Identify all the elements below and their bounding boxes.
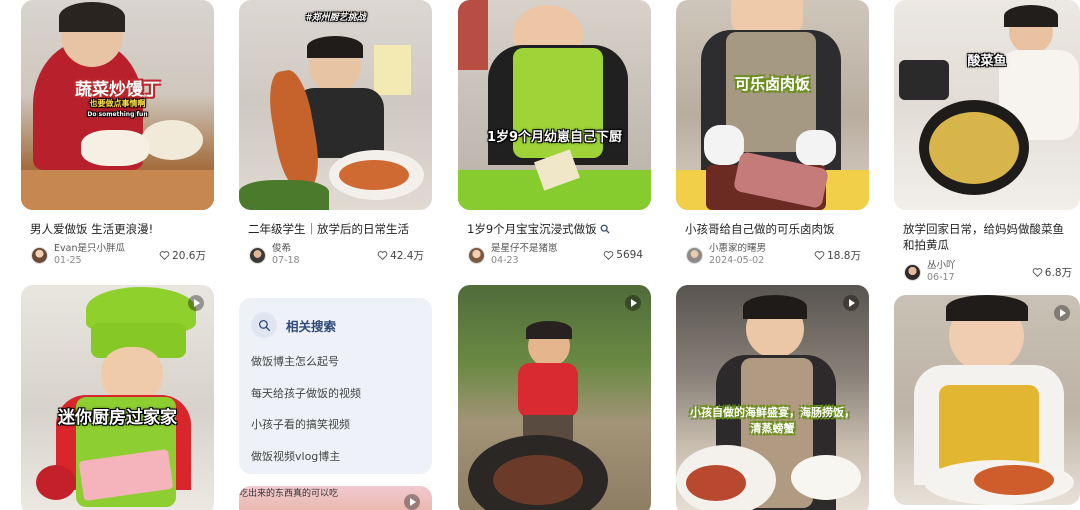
related-search-title: 相关搜索 xyxy=(286,318,337,334)
related-search-header: 相关搜索 xyxy=(251,312,420,338)
video-overlay-text: 小孩自做的海鲜盛宴，海肠捞饭，清蒸螃蟹 xyxy=(690,406,855,435)
publish-date: 07-18 xyxy=(272,255,300,266)
video-title[interactable]: 放学回家日常，给妈妈做酸菜鱼和拍黄瓜 xyxy=(894,221,1080,253)
avatar[interactable] xyxy=(468,246,485,264)
video-meta: 丛小吖 06-17 6.8万 xyxy=(894,259,1080,285)
video-title-text: 1岁9个月宝宝沉浸式做饭 xyxy=(467,222,597,236)
video-thumbnail[interactable]: 蔬菜炒馒丁 也要做点事情啊 Do something fun xyxy=(21,0,214,210)
search-icon xyxy=(258,319,270,331)
feed-column-3: 1岁9个月幼崽自己下厨 1岁9个月宝宝沉浸式做饭 是星仔不是猪崽 04-23 5… xyxy=(458,0,651,510)
video-thumbnail[interactable] xyxy=(894,295,1080,505)
author-name[interactable]: 是星仔不是猪崽 xyxy=(491,243,603,255)
video-play-icon xyxy=(404,494,420,510)
video-thumbnail[interactable]: 1岁9个月幼崽自己下厨 xyxy=(458,0,651,210)
heart-icon xyxy=(814,251,825,260)
feed-column-4: 可乐卤肉饭 小孩哥给自己做的可乐卤肉饭 小惠家的曙男 2024-05-02 18… xyxy=(676,0,869,510)
like-count: 42.4万 xyxy=(390,249,424,262)
video-thumbnail[interactable]: #郑州厨艺挑战 xyxy=(239,0,432,210)
video-overlay-text: 酸菜鱼 xyxy=(967,54,1007,69)
avatar[interactable] xyxy=(686,246,703,264)
related-search-item[interactable]: 每天给孩子做饭的视频 xyxy=(251,384,420,416)
like-button[interactable]: 20.6万 xyxy=(159,248,206,263)
search-icon[interactable] xyxy=(600,224,610,234)
avatar[interactable] xyxy=(249,246,266,264)
video-thumbnail[interactable]: 迷你厨房过家家 xyxy=(21,285,214,510)
heart-icon xyxy=(1032,268,1043,277)
video-overlay-text: 迷你厨房过家家 xyxy=(58,408,177,428)
video-card[interactable]: 1岁9个月幼崽自己下厨 1岁9个月宝宝沉浸式做饭 是星仔不是猪崽 04-23 5… xyxy=(458,0,651,268)
like-button[interactable]: 42.4万 xyxy=(377,248,424,263)
video-card[interactable]: #郑州厨艺挑战 二年级学生｜放学后的日常生活 俊希 07-18 42.4万 xyxy=(239,0,432,268)
like-button[interactable]: 6.8万 xyxy=(1032,265,1072,280)
video-card[interactable]: 可乐卤肉饭 小孩哥给自己做的可乐卤肉饭 小惠家的曙男 2024-05-02 18… xyxy=(676,0,869,268)
like-count: 5694 xyxy=(616,249,643,261)
video-thumbnail[interactable]: 可乐卤肉饭 xyxy=(676,0,869,210)
video-thumbnail[interactable] xyxy=(458,285,651,510)
publish-date: 06-17 xyxy=(927,272,955,283)
video-play-icon xyxy=(1054,305,1070,321)
publish-date: 01-25 xyxy=(54,255,82,266)
author-name[interactable]: Evan是只小胖瓜 xyxy=(54,243,159,255)
publish-date: 04-23 xyxy=(491,255,519,266)
video-title[interactable]: 1岁9个月宝宝沉浸式做饭 xyxy=(458,221,651,237)
related-search-item[interactable]: 做饭博主怎么起号 xyxy=(251,352,420,384)
video-overlay-text: 蔬菜炒馒丁 xyxy=(75,80,160,100)
feed-column-5: 酸菜鱼 放学回家日常，给妈妈做酸菜鱼和拍黄瓜 丛小吖 06-17 6.8万 xyxy=(894,0,1080,505)
video-play-icon xyxy=(188,295,204,311)
like-button[interactable]: 18.8万 xyxy=(814,248,861,263)
video-card[interactable]: 蔬菜炒馒丁 也要做点事情啊 Do something fun 男人爱做饭 生活更… xyxy=(21,0,214,268)
heart-icon xyxy=(159,251,170,260)
like-count: 6.8万 xyxy=(1044,266,1072,279)
avatar[interactable] xyxy=(904,263,921,281)
like-count: 20.6万 xyxy=(172,249,206,262)
video-overlay-subtext: Do something fun xyxy=(87,111,148,118)
video-meta: 小惠家的曙男 2024-05-02 18.8万 xyxy=(676,242,869,268)
video-card[interactable] xyxy=(458,285,651,510)
like-button[interactable]: 5694 xyxy=(603,249,643,261)
video-play-icon xyxy=(843,295,859,311)
video-thumbnail[interactable]: 酸菜鱼 xyxy=(894,0,1080,210)
video-overlay-text: 可乐卤肉饭 xyxy=(734,75,810,93)
like-count: 18.8万 xyxy=(827,249,861,262)
video-meta: Evan是只小胖瓜 01-25 20.6万 xyxy=(21,242,214,268)
feed-column-1: 蔬菜炒馒丁 也要做点事情啊 Do something fun 男人爱做饭 生活更… xyxy=(21,0,214,510)
heart-icon xyxy=(377,251,388,260)
video-card[interactable]: 迷你厨房过家家 xyxy=(21,285,214,510)
author-name[interactable]: 小惠家的曙男 xyxy=(709,243,814,255)
publish-date: 2024-05-02 xyxy=(709,255,765,266)
video-card[interactable]: 酸菜鱼 放学回家日常，给妈妈做酸菜鱼和拍黄瓜 丛小吖 06-17 6.8万 xyxy=(894,0,1080,285)
video-meta: 是星仔不是猪崽 04-23 5694 xyxy=(458,242,651,268)
video-meta: 俊希 07-18 42.4万 xyxy=(239,242,432,268)
related-search-panel: 相关搜索 做饭博主怎么起号 每天给孩子做饭的视频 小孩子看的搞笑视频 做饭视频v… xyxy=(239,298,432,474)
video-title[interactable]: 小孩哥给自己做的可乐卤肉饭 xyxy=(676,221,869,237)
heart-icon xyxy=(603,251,614,260)
video-title[interactable]: 男人爱做饭 生活更浪漫! xyxy=(21,221,214,237)
video-overlay-text: 1岁9个月幼崽自己下厨 xyxy=(486,130,623,145)
avatar[interactable] xyxy=(31,246,48,264)
feed-column-2: #郑州厨艺挑战 二年级学生｜放学后的日常生活 俊希 07-18 42.4万 xyxy=(239,0,432,268)
video-thumbnail[interactable]: 吃出来的东西真的可以吃 xyxy=(239,486,432,510)
video-card[interactable] xyxy=(894,295,1080,505)
video-card[interactable]: 小孩自做的海鲜盛宴，海肠捞饭，清蒸螃蟹 xyxy=(676,285,869,510)
author-name[interactable]: 俊希 xyxy=(272,243,377,255)
author-name[interactable]: 丛小吖 xyxy=(927,260,1032,272)
video-overlay-subtext: 也要做点事情啊 xyxy=(89,99,146,108)
video-overlay-text: #郑州厨艺挑战 xyxy=(305,13,366,23)
related-search-item[interactable]: 做饭视频vlog博主 xyxy=(251,447,420,479)
search-icon-badge xyxy=(251,312,277,338)
video-play-icon xyxy=(625,295,641,311)
video-overlay-text: 吃出来的东西真的可以吃 xyxy=(239,489,339,499)
video-thumbnail[interactable]: 小孩自做的海鲜盛宴，海肠捞饭，清蒸螃蟹 xyxy=(676,285,869,510)
related-search-item[interactable]: 小孩子看的搞笑视频 xyxy=(251,415,420,447)
video-title[interactable]: 二年级学生｜放学后的日常生活 xyxy=(239,221,432,237)
